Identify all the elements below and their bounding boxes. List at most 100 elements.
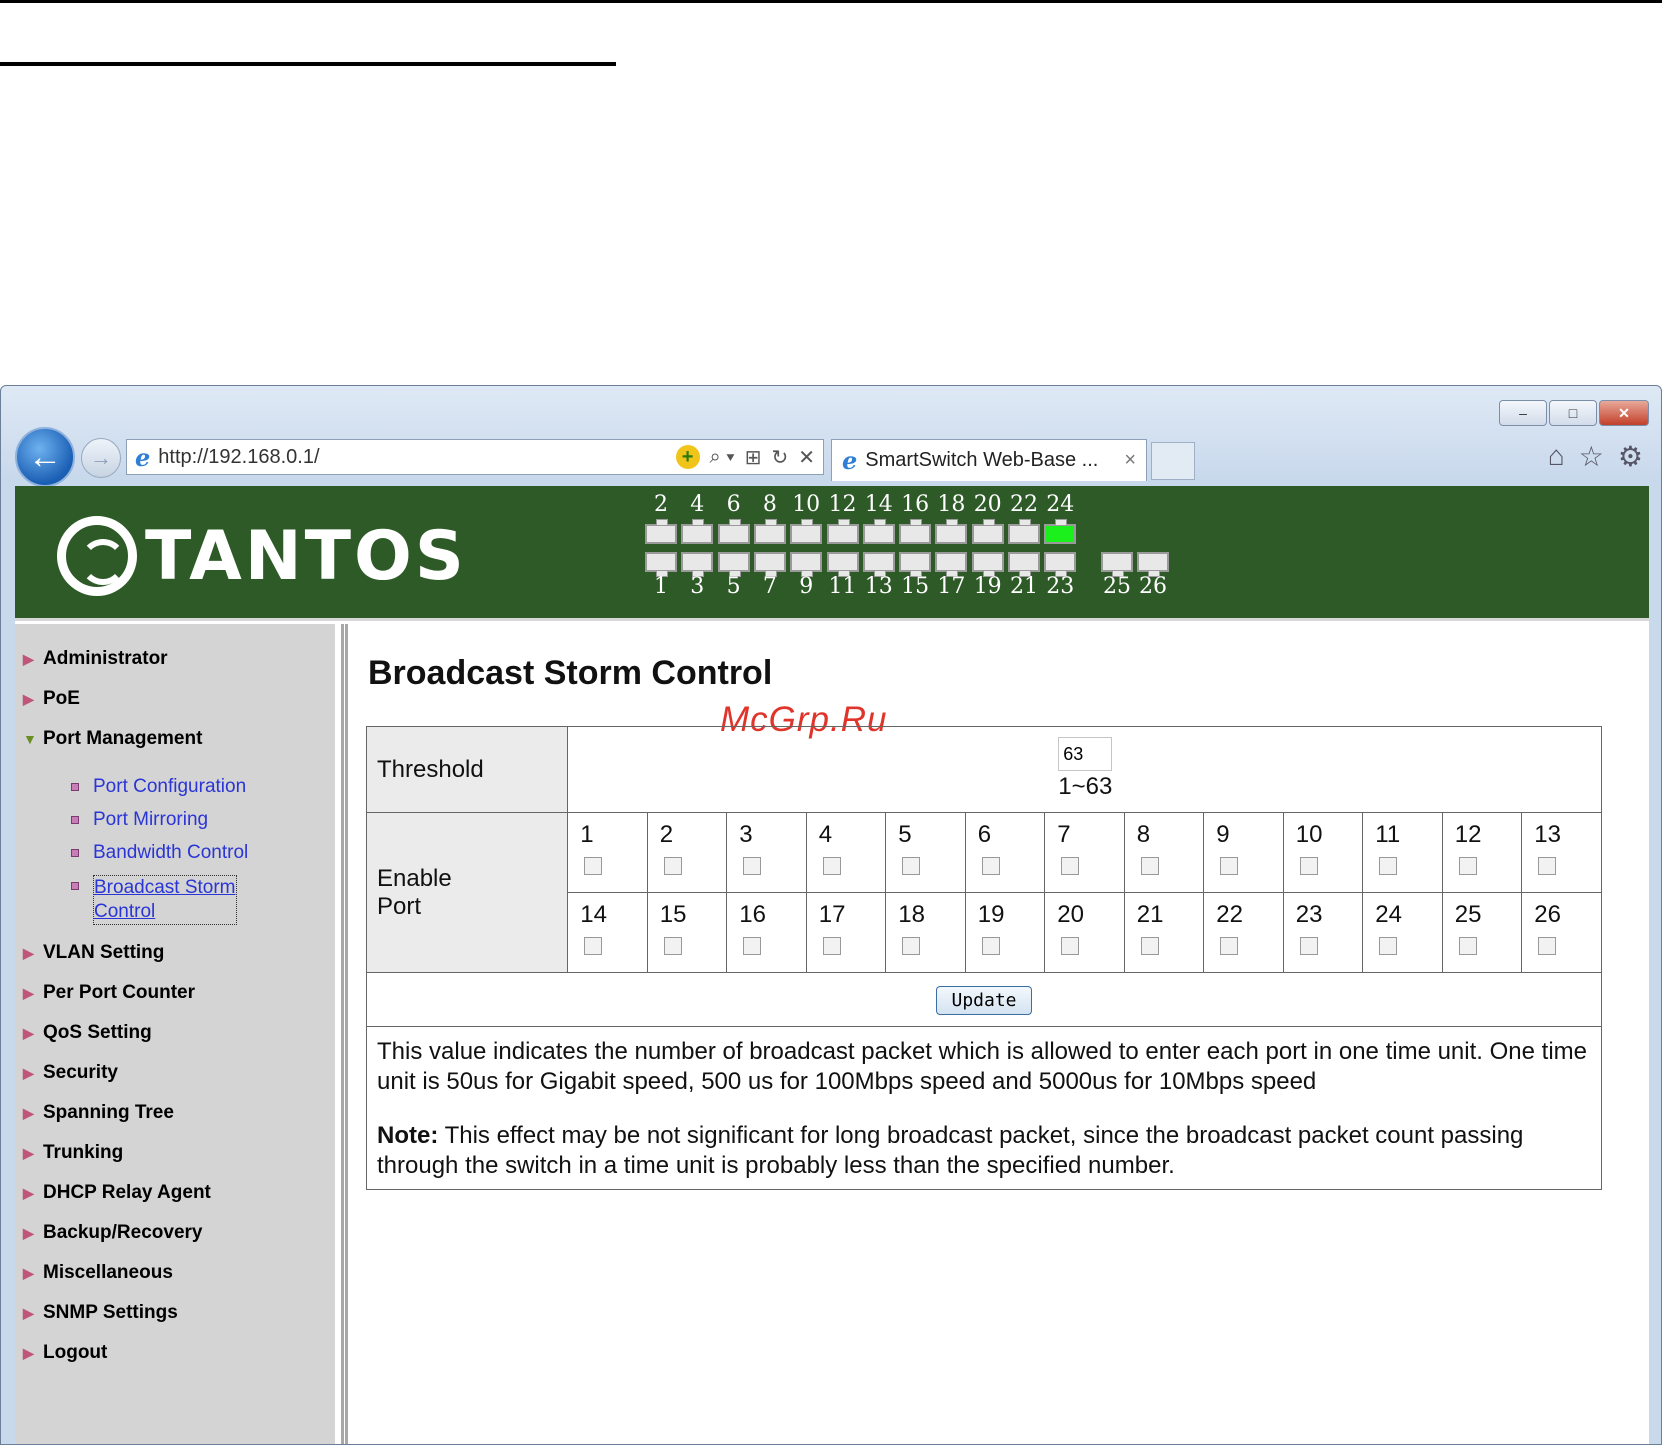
arrow-right-icon: ▶: [23, 944, 34, 961]
port-2-checkbox[interactable]: [663, 857, 682, 875]
port-11-checkbox[interactable]: [1379, 857, 1398, 875]
port-14-checkbox[interactable]: [584, 937, 603, 955]
expanded-arrow-icon: ▼: [23, 731, 37, 747]
add-icon[interactable]: +: [675, 445, 700, 469]
port-25-checkbox[interactable]: [1458, 937, 1477, 955]
forward-button[interactable]: →: [81, 438, 121, 478]
port-13-checkbox[interactable]: [1538, 857, 1557, 875]
new-tab-button[interactable]: [1151, 442, 1195, 480]
port-cell-24: 24: [1362, 892, 1443, 973]
address-tools: + ⌕ ▾ ⊞ ↻ ✕: [675, 445, 815, 470]
port-7-checkbox[interactable]: [1061, 857, 1080, 875]
sidebar-item-spanning-tree[interactable]: ▶ Spanning Tree: [23, 1102, 174, 1124]
port-23-icon: [1044, 552, 1077, 577]
port-number: 17: [818, 901, 846, 928]
sidebar-item-qos-setting[interactable]: ▶ QoS Setting: [23, 1022, 152, 1044]
port-8-checkbox[interactable]: [1140, 857, 1159, 875]
port-3-icon: [681, 552, 714, 577]
port-number: 19: [977, 901, 1005, 928]
compatibility-view-icon[interactable]: ⊞: [745, 445, 762, 470]
favorites-star-icon[interactable]: ☆: [1579, 440, 1604, 473]
threshold-input[interactable]: [1058, 737, 1113, 771]
port-19-checkbox[interactable]: [981, 937, 1000, 955]
port-label-16: 16: [901, 492, 930, 517]
port-5-checkbox[interactable]: [902, 857, 921, 875]
sidebar-item-port-management[interactable]: ▼ Port Management: [23, 728, 202, 750]
top-rule: [0, 0, 1662, 3]
address-bar[interactable]: e http://192.168.0.1/ + ⌕ ▾ ⊞ ↻ ✕: [126, 439, 824, 475]
port-number: 16: [739, 901, 766, 928]
sidebar-item-label: DHCP Relay Agent: [43, 1182, 211, 1203]
sidebar-item-logout[interactable]: ▶ Logout: [23, 1342, 107, 1364]
search-icon[interactable]: ⌕ ▾: [710, 446, 735, 469]
minimize-button[interactable]: –: [1499, 400, 1547, 426]
port-cell-16: 16: [726, 892, 807, 973]
port-label-3: 3: [690, 574, 705, 599]
sidebar-item-label: Spanning Tree: [43, 1102, 174, 1123]
browser-tab[interactable]: e SmartSwitch Web-Base ... ×: [831, 439, 1147, 481]
port-cell-14: 14: [567, 892, 648, 973]
submenu-item-broadcast-storm[interactable]: Broadcast Storm Control: [71, 875, 237, 925]
sidebar-item-per-port-counter[interactable]: ▶ Per Port Counter: [23, 982, 195, 1004]
close-button[interactable]: ✕: [1599, 400, 1649, 426]
port-18-icon: [935, 519, 968, 544]
port-20-checkbox[interactable]: [1061, 937, 1080, 955]
arrow-right-icon: ▶: [23, 1344, 34, 1361]
port-24-icon: [1044, 519, 1077, 544]
arrow-right-icon: ▶: [23, 650, 34, 667]
port-26-icon: [1137, 552, 1169, 577]
sidebar-item-snmp-settings[interactable]: ▶ SNMP Settings: [23, 1302, 178, 1324]
submenu-item-port-configuration[interactable]: Port Configuration: [71, 776, 246, 798]
port-22-checkbox[interactable]: [1220, 937, 1239, 955]
tab-close-icon[interactable]: ×: [1124, 449, 1136, 472]
port-number: 8: [1136, 821, 1151, 848]
submenu-item-port-mirroring[interactable]: Port Mirroring: [71, 809, 208, 831]
port-17-checkbox[interactable]: [822, 937, 841, 955]
port-number: 25: [1454, 901, 1482, 928]
sidebar-item-vlan-setting[interactable]: ▶ VLAN Setting: [23, 942, 164, 964]
port-18-checkbox[interactable]: [902, 937, 921, 955]
sidebar-item-backup-recovery[interactable]: ▶ Backup/Recovery: [23, 1222, 202, 1244]
arrow-right-icon: ▶: [23, 690, 34, 707]
stop-icon[interactable]: ✕: [798, 445, 815, 470]
port-12-checkbox[interactable]: [1458, 857, 1477, 875]
sidebar-item-administrator[interactable]: ▶ Administrator: [23, 648, 168, 670]
port-4-checkbox[interactable]: [822, 857, 841, 875]
sidebar-item-poe[interactable]: ▶ PoE: [23, 688, 80, 710]
port-1-checkbox[interactable]: [584, 857, 603, 875]
port-16-checkbox[interactable]: [743, 937, 762, 955]
sidebar-item-security[interactable]: ▶ Security: [23, 1062, 118, 1084]
port-cell-25: 25: [1441, 892, 1523, 973]
port-15-checkbox[interactable]: [663, 937, 682, 955]
port-2-icon: [645, 519, 677, 544]
port-15-icon: [899, 552, 932, 577]
header-rule: [0, 62, 616, 66]
port-3-checkbox[interactable]: [743, 857, 762, 875]
submenu-item-bandwidth-control[interactable]: Bandwidth Control: [71, 842, 248, 864]
port-26-checkbox[interactable]: [1538, 937, 1557, 955]
port-24-checkbox[interactable]: [1379, 937, 1398, 955]
description-text: This value indicates the number of broad…: [377, 1038, 1587, 1095]
port-6-checkbox[interactable]: [981, 857, 1000, 875]
refresh-icon[interactable]: ↻: [771, 445, 788, 470]
sidebar-item-miscellaneous[interactable]: ▶ Miscellaneous: [23, 1262, 173, 1284]
back-button[interactable]: ←: [15, 427, 75, 487]
port-23-checkbox[interactable]: [1299, 937, 1318, 955]
port-10-checkbox[interactable]: [1299, 857, 1318, 875]
sidebar-item-dhcp-relay-agent[interactable]: ▶ DHCP Relay Agent: [23, 1182, 211, 1204]
threshold-range: 1~63: [1058, 773, 1113, 800]
port-5-icon: [717, 552, 750, 577]
tools-gear-icon[interactable]: ⚙: [1618, 440, 1643, 473]
port-21-checkbox[interactable]: [1140, 937, 1159, 955]
sidebar-item-label: Port Management: [43, 728, 203, 749]
port-number: 20: [1057, 901, 1084, 928]
port-9-checkbox[interactable]: [1220, 857, 1239, 875]
update-button[interactable]: Update: [936, 985, 1032, 1015]
port-number: 21: [1136, 901, 1164, 928]
sidebar-item-trunking[interactable]: ▶ Trunking: [23, 1142, 123, 1164]
forward-arrow-icon: →: [90, 445, 112, 470]
address-url[interactable]: http://192.168.0.1/: [158, 446, 675, 469]
restore-button[interactable]: □: [1549, 400, 1597, 426]
home-icon[interactable]: ⌂: [1548, 440, 1565, 473]
port-number: 15: [659, 901, 687, 928]
